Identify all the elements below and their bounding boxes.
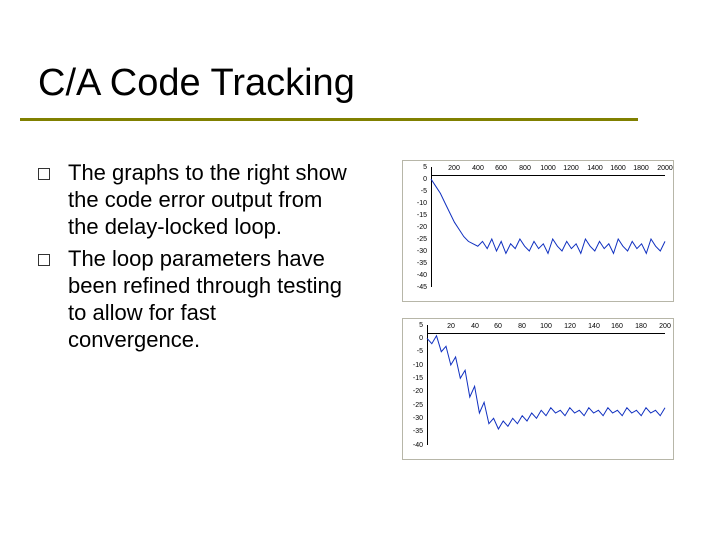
- square-bullet-icon: [38, 168, 50, 180]
- list-item: The loop parameters have been refined th…: [38, 246, 348, 353]
- bullet-text: The graphs to the right show the code er…: [68, 160, 348, 240]
- chart-bottom: 5 0 -5 -10 -15 -20 -25 -30 -35 -40 20 40…: [402, 318, 674, 460]
- chart-trace: [403, 161, 673, 301]
- slide: C/A Code Tracking The graphs to the righ…: [0, 0, 720, 540]
- title-underline: [20, 118, 638, 121]
- list-item: The graphs to the right show the code er…: [38, 160, 348, 240]
- bullet-list: The graphs to the right show the code er…: [38, 160, 348, 360]
- chart-top: 5 0 -5 -10 -15 -20 -25 -30 -35 -40 -45 2…: [402, 160, 674, 302]
- bullet-text: The loop parameters have been refined th…: [68, 246, 348, 353]
- chart-trace: [403, 319, 673, 459]
- slide-title: C/A Code Tracking: [38, 62, 355, 105]
- square-bullet-icon: [38, 254, 50, 266]
